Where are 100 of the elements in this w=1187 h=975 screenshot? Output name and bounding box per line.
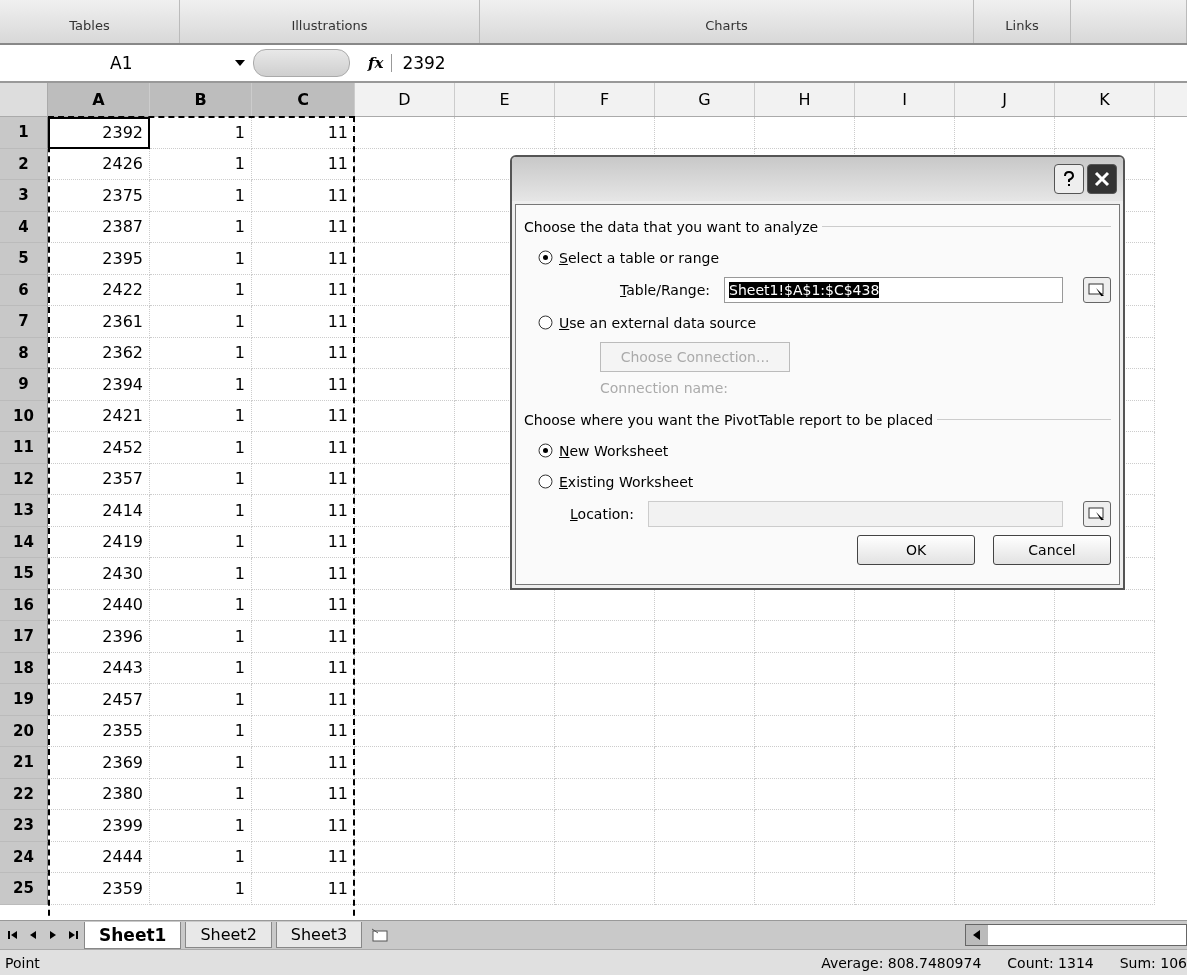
table-cell: 1	[150, 211, 252, 243]
row-header[interactable]: 9	[0, 369, 48, 401]
table-cell: 1	[150, 400, 252, 432]
table-cell: 1	[150, 589, 252, 621]
dialog-button[interactable]: OK	[857, 535, 975, 565]
table-cell: 2430	[48, 558, 150, 590]
section-heading: Choose the data that you want to analyze	[524, 218, 819, 235]
table-cell: 1	[150, 463, 252, 495]
row-header[interactable]: 22	[0, 778, 48, 810]
status-stat: Sum: 106	[1119, 954, 1187, 971]
formula-bar-handle[interactable]	[253, 49, 350, 77]
column-header[interactable]: F	[555, 83, 655, 116]
table-cell: 1	[150, 148, 252, 180]
table-cell: 11	[252, 117, 355, 149]
radio-label[interactable]: Select a table or range	[559, 249, 720, 266]
name-box[interactable]: A1	[20, 49, 245, 77]
radio-button[interactable]	[538, 474, 553, 489]
row-header[interactable]: 14	[0, 526, 48, 558]
table-cell: 2369	[48, 747, 150, 779]
horizontal-scrollbar[interactable]	[965, 924, 1187, 946]
row-header[interactable]: 17	[0, 621, 48, 653]
table-cell: 2443	[48, 652, 150, 684]
table-cell: 2440	[48, 589, 150, 621]
range-select-button[interactable]	[1083, 277, 1111, 303]
connection-name-label: Connection name:	[600, 380, 729, 396]
column-header[interactable]: B	[150, 83, 252, 116]
table-cell: 2361	[48, 306, 150, 338]
sheet-tab[interactable]: Sheet3	[275, 922, 363, 948]
table-cell: 11	[252, 589, 355, 621]
table-cell: 2444	[48, 841, 150, 873]
radio-label[interactable]: Use an external data source	[559, 314, 757, 331]
table-cell: 11	[252, 715, 355, 747]
table-cell: 2387	[48, 211, 150, 243]
row-header[interactable]: 3	[0, 180, 48, 212]
row-header[interactable]: 25	[0, 873, 48, 905]
table-range-field[interactable]: Sheet1!$A$1:$C$438	[724, 277, 1063, 303]
column-header[interactable]: K	[1055, 83, 1155, 116]
table-cell: 11	[252, 873, 355, 905]
section-heading: Choose where you want the PivotTable report to be placed	[524, 411, 934, 428]
row-header[interactable]: 6	[0, 274, 48, 306]
row-header[interactable]: 7	[0, 306, 48, 338]
last-sheet-icon[interactable]	[66, 928, 80, 942]
table-cell: 2357	[48, 463, 150, 495]
help-button[interactable]	[1054, 164, 1084, 194]
column-header[interactable]: C	[252, 83, 355, 116]
row-header[interactable]: 24	[0, 841, 48, 873]
table-cell: 2359	[48, 873, 150, 905]
row-header[interactable]: 23	[0, 810, 48, 842]
table-cell: 2419	[48, 526, 150, 558]
table-cell: 11	[252, 432, 355, 464]
row-header[interactable]: 11	[0, 432, 48, 464]
row-header[interactable]: 12	[0, 463, 48, 495]
table-cell: 2394	[48, 369, 150, 401]
column-header[interactable]: D	[355, 83, 455, 116]
radio-button[interactable]	[538, 250, 553, 265]
row-header[interactable]: 18	[0, 652, 48, 684]
column-header[interactable]: E	[455, 83, 555, 116]
question-icon	[1063, 171, 1075, 187]
table-cell: 11	[252, 747, 355, 779]
dialog-button[interactable]: Cancel	[993, 535, 1111, 565]
row-header[interactable]: 4	[0, 211, 48, 243]
first-sheet-icon[interactable]	[6, 928, 20, 942]
column-header[interactable]: G	[655, 83, 755, 116]
table-cell: 11	[252, 684, 355, 716]
column-header[interactable]: A	[48, 83, 150, 116]
close-button[interactable]	[1087, 164, 1117, 194]
formula-field[interactable]: 2392	[402, 53, 446, 73]
column-header[interactable]: H	[755, 83, 855, 116]
sheet-tab[interactable]: Sheet2	[185, 922, 272, 948]
row-header[interactable]: 15	[0, 558, 48, 590]
row-header[interactable]: 1	[0, 117, 48, 149]
radio-button[interactable]	[538, 443, 553, 458]
caret-icon[interactable]	[235, 60, 245, 66]
column-header[interactable]: J	[955, 83, 1055, 116]
row-header[interactable]: 16	[0, 589, 48, 621]
sheet-tab[interactable]: Sheet1	[84, 921, 182, 949]
radio-button[interactable]	[538, 315, 553, 330]
radio-label[interactable]: New Worksheet	[559, 442, 669, 459]
row-header[interactable]: 21	[0, 747, 48, 779]
column-header[interactable]: I	[855, 83, 955, 116]
row-header[interactable]: 5	[0, 243, 48, 275]
row-header[interactable]: 2	[0, 148, 48, 180]
table-cell: 2375	[48, 180, 150, 212]
table-cell: 11	[252, 180, 355, 212]
range-select-button[interactable]	[1083, 501, 1111, 527]
ribbon-group-label: Charts	[705, 18, 748, 33]
row-header[interactable]: 20	[0, 715, 48, 747]
insert-function-button[interactable]: fx	[368, 54, 393, 72]
table-cell: 1	[150, 558, 252, 590]
table-cell: 11	[252, 274, 355, 306]
row-header[interactable]: 10	[0, 400, 48, 432]
row-header[interactable]: 13	[0, 495, 48, 527]
table-cell: 2421	[48, 400, 150, 432]
table-cell: 2355	[48, 715, 150, 747]
radio-label[interactable]: Existing Worksheet	[559, 473, 694, 490]
table-cell: 11	[252, 148, 355, 180]
row-header[interactable]: 8	[0, 337, 48, 369]
row-header[interactable]: 19	[0, 684, 48, 716]
table-cell: 11	[252, 652, 355, 684]
table-cell: 11	[252, 526, 355, 558]
